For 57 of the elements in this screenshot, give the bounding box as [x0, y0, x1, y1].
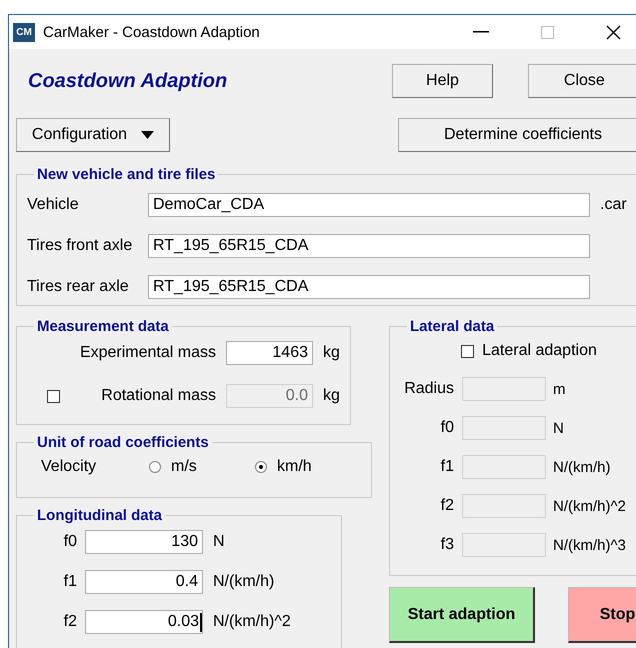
- checkbox-label: Lateral adaption: [482, 342, 597, 360]
- field-label: f2: [62, 613, 77, 631]
- field-label: f3: [440, 536, 454, 554]
- group-title: Lateral data: [409, 318, 496, 335]
- input-field[interactable]: 1463: [226, 341, 313, 365]
- field-label: Tires rear axle: [27, 278, 130, 296]
- group-title: Unit of road coefficients: [36, 434, 210, 451]
- group-title: Longitudinal data: [36, 507, 163, 524]
- unit-label: m: [553, 380, 566, 398]
- start-adaption-button[interactable]: Start adaption: [389, 587, 535, 643]
- input-field[interactable]: RT_195_65R15_CDA: [148, 234, 590, 258]
- help-button[interactable]: Help: [392, 64, 493, 98]
- radio-button[interactable]: [149, 461, 161, 473]
- dialog-heading: Coastdown Adaption: [28, 70, 228, 92]
- unit-label: N/(km/h)^3: [553, 536, 626, 554]
- input-field[interactable]: 130: [85, 530, 203, 554]
- group-title: New vehicle and tire files: [36, 166, 216, 183]
- field-label: Vehicle: [27, 196, 80, 214]
- minimize-icon[interactable]: [473, 31, 489, 33]
- radio-label: km/h: [277, 458, 312, 476]
- field-label: Experimental mass: [78, 344, 216, 362]
- field-label: Rotational mass: [100, 387, 216, 405]
- window-title: CarMaker - Coastdown Adaption: [43, 24, 261, 40]
- radio-button[interactable]: [255, 461, 267, 473]
- field-label: f1: [440, 458, 454, 476]
- field-label: f0: [62, 533, 77, 551]
- text-cursor: [200, 612, 202, 632]
- field-label: f0: [440, 419, 454, 437]
- field-label: Tires front axle: [27, 237, 134, 255]
- field-label: Radius: [403, 380, 454, 398]
- close-button[interactable]: Close: [528, 64, 636, 98]
- unit-label: N: [213, 533, 225, 551]
- input-field[interactable]: 0.4: [85, 570, 203, 594]
- unit-label: N/(km/h): [213, 573, 274, 591]
- configuration-dropdown[interactable]: Configuration: [16, 118, 170, 152]
- radio-label: m/s: [171, 458, 197, 476]
- stop-button[interactable]: Stop: [568, 587, 636, 643]
- unit-label: N/(km/h): [553, 458, 610, 476]
- unit-label: N: [553, 420, 564, 436]
- unit-label: kg: [323, 387, 340, 405]
- file-extension: .car: [600, 196, 627, 214]
- maximize-icon[interactable]: [541, 26, 554, 38]
- input-field[interactable]: 0.03: [85, 610, 203, 634]
- field-label: f1: [62, 573, 77, 591]
- caret-icon: [141, 131, 154, 139]
- unit-label: N/(km/h)^2: [213, 613, 291, 631]
- input-field[interactable]: RT_195_65R15_CDA: [148, 275, 590, 299]
- checkbox[interactable]: [461, 344, 474, 358]
- close-icon[interactable]: [606, 24, 621, 40]
- app-icon: CM: [13, 22, 35, 42]
- unit-label: N/(km/h)^2: [553, 498, 626, 514]
- input-field[interactable]: DemoCar_CDA: [148, 193, 590, 217]
- determine-coefficients-button[interactable]: Determine coefficients: [398, 118, 636, 152]
- unit-label: kg: [323, 344, 340, 362]
- field-label: f2: [440, 497, 454, 515]
- field-label: Velocity: [41, 458, 98, 476]
- group-title: Measurement data: [36, 318, 170, 335]
